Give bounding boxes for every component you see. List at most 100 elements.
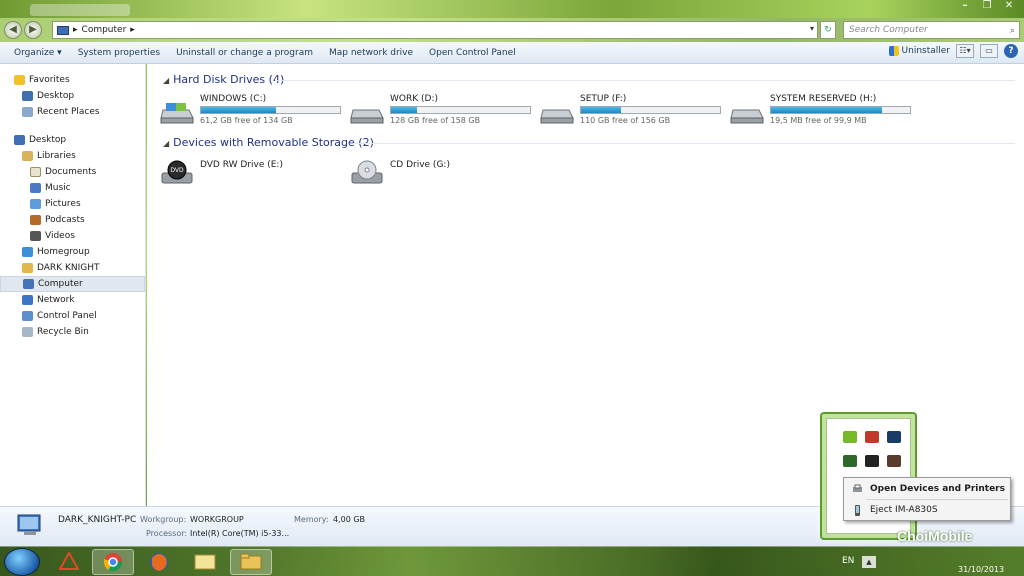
change-view-icon[interactable]: ☷▾ [956, 44, 974, 58]
chrome-icon [104, 553, 122, 572]
taskbar: EN ▲ 31/10/2013 [0, 546, 1024, 576]
window-tab[interactable] [30, 4, 130, 16]
nav-recent-places[interactable]: Recent Places [0, 104, 145, 120]
homegroup-icon [22, 247, 33, 257]
nav-label: DARK KNIGHT [37, 263, 100, 273]
nav-network[interactable]: Network [0, 292, 145, 308]
menu-item-open-devices[interactable]: Open Devices and Printers [846, 480, 1008, 499]
taskbar-app-folder[interactable] [184, 549, 226, 575]
breadcrumb-arrow-icon[interactable]: ▸ [130, 25, 135, 35]
taskbar-app-1[interactable] [48, 549, 90, 575]
drive-tile[interactable]: SYSTEM RESERVED (H:) 19,5 MB free of 99,9… [730, 94, 920, 126]
desktop-icon [14, 135, 25, 145]
watermark-logo: ChoiMobile [897, 528, 973, 544]
taskbar-chrome[interactable] [92, 549, 134, 575]
music-note-icon [30, 183, 41, 193]
search-icon[interactable]: ⌕ [1010, 23, 1015, 39]
drive-usage-bar [580, 106, 721, 114]
open-control-panel-button[interactable]: Open Control Panel [421, 44, 524, 62]
uninstall-program-button[interactable]: Uninstall or change a program [168, 44, 321, 62]
back-arrow-icon[interactable]: ◀ [4, 21, 22, 39]
collapse-icon[interactable]: ◢ [163, 76, 169, 85]
display-icon[interactable] [865, 455, 879, 467]
drive-tile[interactable]: WINDOWS (C:) 61,2 GB free of 134 GB [160, 94, 350, 126]
nav-label: Computer [38, 279, 83, 289]
help-icon[interactable]: ? [1004, 44, 1018, 58]
navigation-pane: Favorites Desktop Recent Places Desktop … [0, 64, 146, 506]
drive-usage-bar [770, 106, 911, 114]
system-properties-button[interactable]: System properties [70, 44, 168, 62]
nav-music[interactable]: Music [0, 180, 145, 196]
drive-free-space: 19,5 MB free of 99,9 MB [770, 116, 867, 125]
forward-arrow-icon[interactable]: ▶ [24, 21, 42, 39]
minimize-button[interactable]: – [954, 0, 976, 14]
network-icon [22, 295, 33, 305]
videos-icon [30, 231, 41, 241]
film-icon[interactable] [887, 455, 901, 467]
map-network-drive-button[interactable]: Map network drive [321, 44, 421, 62]
maximize-button[interactable]: ❐ [976, 0, 998, 14]
search-input[interactable]: Search Computer ⌕ [843, 21, 1020, 39]
nav-desktop[interactable]: Desktop [0, 132, 145, 148]
nav-pictures[interactable]: Pictures [0, 196, 145, 212]
uninstaller-button[interactable]: Uninstaller [888, 46, 950, 56]
drive-tile[interactable]: SETUP (F:) 110 GB free of 156 GB [540, 94, 730, 126]
collapse-icon[interactable]: ◢ [163, 139, 169, 148]
drive-name: CD Drive (G:) [390, 160, 450, 170]
refresh-icon[interactable]: ↻ [820, 21, 836, 39]
nav-homegroup[interactable]: Homegroup [0, 244, 145, 260]
folder-icon [240, 553, 262, 570]
navigation-bar: ◀ ▶ ▸ Computer ▸ ▾ ↻ Search Computer ⌕ [0, 18, 1024, 42]
taskbar-explorer[interactable] [230, 549, 272, 575]
nav-favorites[interactable]: Favorites [0, 72, 145, 88]
nav-podcasts[interactable]: Podcasts [0, 212, 145, 228]
recycle-bin-icon [22, 327, 33, 337]
nav-recycle-bin[interactable]: Recycle Bin [0, 324, 145, 340]
drive-usage-bar [200, 106, 341, 114]
nav-documents[interactable]: Documents [0, 164, 145, 180]
command-bar: Organize ▾ System properties Uninstall o… [0, 42, 1024, 64]
nav-libraries[interactable]: Libraries [0, 148, 145, 164]
drive-tile[interactable]: WORK (D:) 128 GB free of 158 GB [350, 94, 540, 126]
nav-control-panel[interactable]: Control Panel [0, 308, 145, 324]
v-app-icon[interactable] [865, 431, 879, 443]
clock-date[interactable]: 31/10/2013 [958, 565, 1004, 574]
preview-pane-icon[interactable]: ▭ [980, 44, 998, 58]
taskbar-firefox[interactable] [138, 549, 180, 575]
language-indicator[interactable]: EN [842, 556, 854, 566]
nav-videos[interactable]: Videos [0, 228, 145, 244]
address-bar[interactable]: ▸ Computer ▸ ▾ [52, 21, 818, 39]
nav-fav-desktop[interactable]: Desktop [0, 88, 145, 104]
processor-value: Intel(R) Core(TM) i5-33... [190, 529, 290, 538]
menu-item-label: Eject IM-A830S [870, 505, 938, 515]
nav-label: Libraries [37, 151, 76, 161]
drive-dvd[interactable]: DVD DVD RW Drive (E:) [160, 156, 350, 188]
nvidia-icon[interactable] [843, 431, 857, 443]
group-header-removable[interactable]: ◢ Devices with Removable Storage (2) [163, 136, 374, 149]
nav-dark-knight[interactable]: DARK KNIGHT [0, 260, 145, 276]
drive-usage-fill [581, 107, 622, 113]
group-header-hdd[interactable]: ◢ Hard Disk Drives (4) [163, 73, 284, 86]
address-dropdown-icon[interactable]: ▾ [810, 24, 814, 33]
computer-icon [23, 279, 34, 289]
close-button[interactable]: ✕ [998, 0, 1020, 14]
drive-free-space: 61,2 GB free of 134 GB [200, 116, 293, 125]
recent-places-icon [22, 107, 33, 117]
nav-label: Favorites [29, 75, 70, 85]
breadcrumb-computer[interactable]: Computer [82, 25, 127, 35]
nav-computer[interactable]: Computer [0, 276, 145, 292]
uninstaller-label: Uninstaller [901, 46, 950, 56]
nav-label: Videos [45, 231, 75, 241]
hard-drive-icon [730, 109, 764, 124]
start-orb-icon[interactable] [4, 548, 40, 576]
drive-cd[interactable]: CD Drive (G:) [350, 156, 540, 188]
globe-icon[interactable] [843, 455, 857, 467]
organize-menu[interactable]: Organize ▾ [6, 44, 70, 62]
show-hidden-icons-icon[interactable]: ▲ [862, 556, 876, 568]
drive-name: DVD RW Drive (E:) [200, 160, 283, 170]
tray-app-icon[interactable] [887, 431, 901, 443]
nav-label: Music [45, 183, 71, 193]
drive-name: SYSTEM RESERVED (H:) [770, 94, 877, 104]
desktop-icon [22, 91, 33, 101]
menu-item-eject[interactable]: Eject IM-A830S [846, 501, 1008, 520]
